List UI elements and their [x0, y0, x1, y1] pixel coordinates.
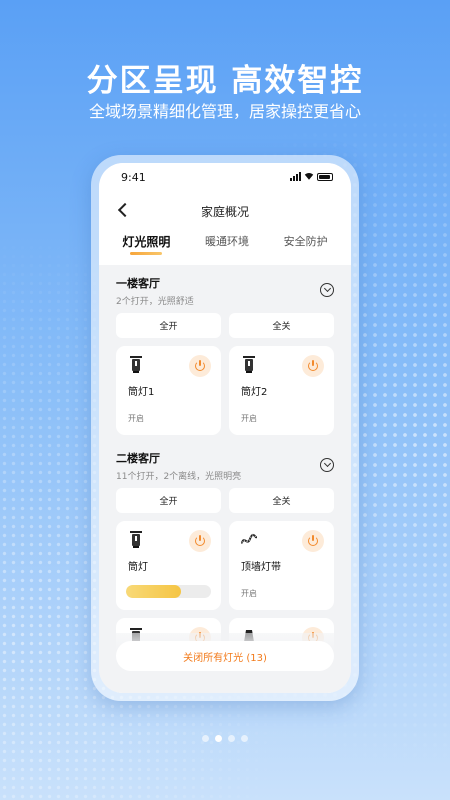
chevron-down-icon[interactable] — [320, 283, 334, 297]
all-on-button[interactable]: 全开 — [116, 313, 221, 338]
battery-icon — [317, 172, 333, 181]
light-strip-icon — [241, 533, 257, 544]
tab-hvac[interactable]: 暖通环境 — [205, 233, 249, 256]
chevron-down-icon[interactable] — [320, 458, 334, 472]
power-icon[interactable] — [302, 355, 324, 377]
page-dot[interactable] — [228, 735, 235, 742]
downlight-icon — [130, 356, 142, 373]
section-title: 二楼客厅 — [116, 452, 160, 465]
device-name: 筒灯1 — [128, 387, 155, 398]
device-name: 顶墙灯带 — [241, 562, 281, 573]
device-card[interactable]: 顶墙灯带 开启 — [229, 521, 334, 610]
tab-bar: 灯光照明 暖通环境 安全防护 — [99, 233, 351, 256]
downlight-icon — [243, 356, 255, 373]
status-bar: 9:41 — [121, 171, 333, 185]
close-all-lights-button[interactable]: 关闭所有灯光 (13) — [116, 641, 334, 671]
section-title: 一楼客厅 — [116, 277, 160, 290]
phone-screen: 9:41 家庭概况 灯光照明 暖通环境 安全防护 一楼客厅 2个打开，光照舒适 — [99, 163, 351, 693]
subline: 全域场景精细化管理，居家操控更省心 — [88, 102, 361, 121]
section-header: 二楼客厅 11个打开，2个离线，光照明亮 — [116, 450, 334, 482]
tab-lighting[interactable]: 灯光照明 — [122, 233, 170, 256]
all-off-button[interactable]: 全关 — [229, 488, 334, 513]
section-subtitle: 11个打开，2个离线，光照明亮 — [116, 472, 242, 482]
brightness-fill — [126, 585, 182, 598]
downlight-icon — [130, 531, 142, 548]
status-time: 9:41 — [121, 171, 146, 184]
power-icon[interactable] — [302, 530, 324, 552]
device-grid: 筒灯 顶墙灯带 开启 — [116, 521, 334, 610]
device-state: 开启 — [241, 589, 257, 598]
page-dot-active[interactable] — [215, 735, 222, 742]
device-card[interactable]: 筒灯2 开启 — [229, 346, 334, 435]
section-actions: 全开 全关 — [116, 313, 334, 338]
signal-icon — [290, 172, 301, 181]
brightness-slider[interactable] — [126, 585, 211, 598]
tab-security[interactable]: 安全防护 — [284, 233, 328, 256]
device-name: 筒灯2 — [241, 387, 268, 398]
phone-frame: 9:41 家庭概况 灯光照明 暖通环境 安全防护 一楼客厅 2个打开，光照舒适 — [91, 155, 359, 701]
device-state: 开启 — [128, 414, 144, 423]
page-dot[interactable] — [241, 735, 248, 742]
device-state: 开启 — [241, 414, 257, 423]
wifi-icon — [304, 173, 314, 181]
section-actions: 全开 全关 — [116, 488, 334, 513]
device-grid: 筒灯1 开启 筒灯2 开启 — [116, 346, 334, 435]
page-indicator — [0, 735, 450, 742]
section-header: 一楼客厅 2个打开，光照舒适 — [116, 275, 334, 307]
page-dot[interactable] — [202, 735, 209, 742]
device-name: 筒灯 — [128, 562, 148, 573]
status-icons — [290, 172, 333, 181]
device-card[interactable]: 筒灯1 开启 — [116, 346, 221, 435]
all-on-button[interactable]: 全开 — [116, 488, 221, 513]
all-off-button[interactable]: 全关 — [229, 313, 334, 338]
header: 9:41 家庭概况 灯光照明 暖通环境 安全防护 — [99, 163, 351, 265]
bottom-bar: 关闭所有灯光 (13) — [99, 633, 351, 693]
device-card[interactable]: 筒灯 — [116, 521, 221, 610]
power-icon[interactable] — [189, 530, 211, 552]
section-subtitle: 2个打开，光照舒适 — [116, 297, 194, 307]
power-icon[interactable] — [189, 355, 211, 377]
nav-bar: 家庭概况 — [99, 201, 351, 221]
headline: 分区呈现 高效智控 — [86, 63, 364, 99]
page-title: 家庭概况 — [200, 205, 249, 219]
